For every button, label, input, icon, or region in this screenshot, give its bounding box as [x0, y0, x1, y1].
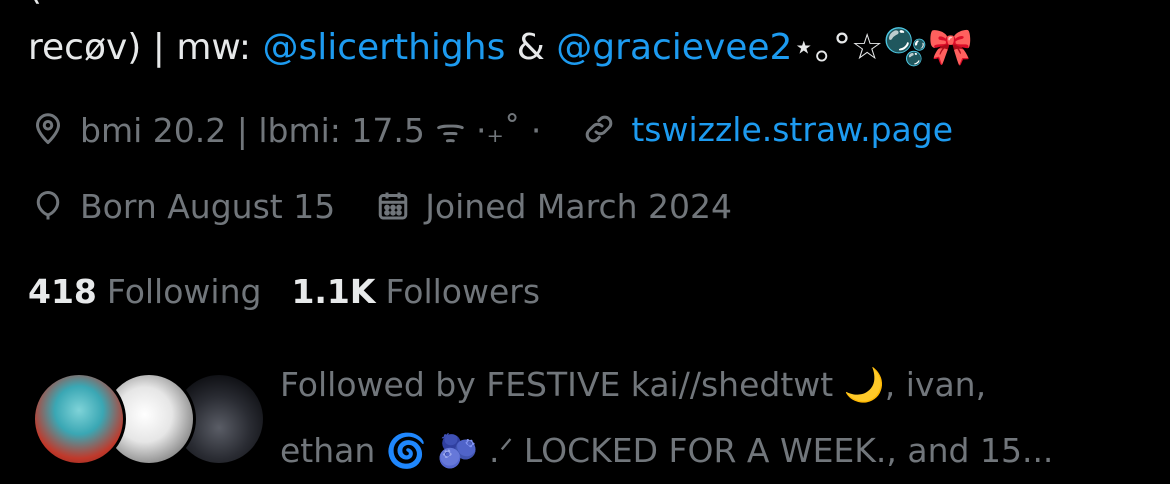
birthday-text: Born August 15	[80, 186, 336, 226]
location-text: bmi 20.2 | lbmi: 17.5 ᯤ ·₊˚ ·	[80, 110, 542, 150]
profile-meta-row-1: bmi 20.2 | lbmi: 17.5 ᯤ ·₊˚ · tswizzle.s…	[30, 104, 953, 154]
bio-prefix: recøv) | mw:	[28, 27, 263, 68]
bio-text-top: (	[28, 0, 42, 14]
followers-you-know-avatars[interactable]	[32, 372, 266, 468]
followers-link[interactable]: 1.1K Followers	[291, 272, 540, 311]
follow-counts: 418 Following 1.1K Followers	[28, 266, 540, 316]
mention-gracievee2[interactable]: @gracievee2	[556, 27, 792, 68]
bio-text: recøv) | mw: @slicerthighs & @gracievee2…	[28, 22, 973, 74]
following-link[interactable]: 418 Following	[28, 272, 261, 311]
bio-amp: &	[505, 27, 557, 68]
location-item: bmi 20.2 | lbmi: 17.5 ᯤ ·₊˚ ·	[30, 107, 541, 152]
link-icon	[581, 111, 617, 147]
birthday-item: Born August 15	[30, 187, 335, 226]
followers-count: 1.1K	[291, 271, 376, 311]
following-label: Following	[106, 271, 262, 311]
followed-by-text[interactable]: Followed by FESTIVE kai//shedtwt 🌙, ivan…	[280, 352, 1140, 484]
followers-label: Followers	[385, 271, 541, 311]
profile-meta-row-2: Born August 15 Joined March 2024	[30, 181, 732, 231]
website-item[interactable]: tswizzle.straw.page	[581, 110, 953, 149]
balloon-icon	[30, 188, 66, 224]
joined-text: Joined March 2024	[425, 186, 733, 226]
bio-suffix: ⋆｡°☆🫧🎀	[792, 27, 973, 68]
website-link[interactable]: tswizzle.straw.page	[631, 110, 953, 149]
followed-by-line-2[interactable]: ethan 🌀 🫐 .ᐟ LOCKED FOR A WEEK., and 15.…	[280, 418, 1140, 484]
following-count: 418	[28, 271, 97, 311]
mention-slicerthighs[interactable]: @slicerthighs	[262, 27, 505, 68]
avatar[interactable]	[32, 372, 126, 466]
location-pin-icon	[30, 111, 66, 147]
joined-item: Joined March 2024	[375, 187, 732, 226]
followed-by-line-1[interactable]: Followed by FESTIVE kai//shedtwt 🌙, ivan…	[280, 352, 1140, 418]
calendar-icon	[375, 188, 411, 224]
